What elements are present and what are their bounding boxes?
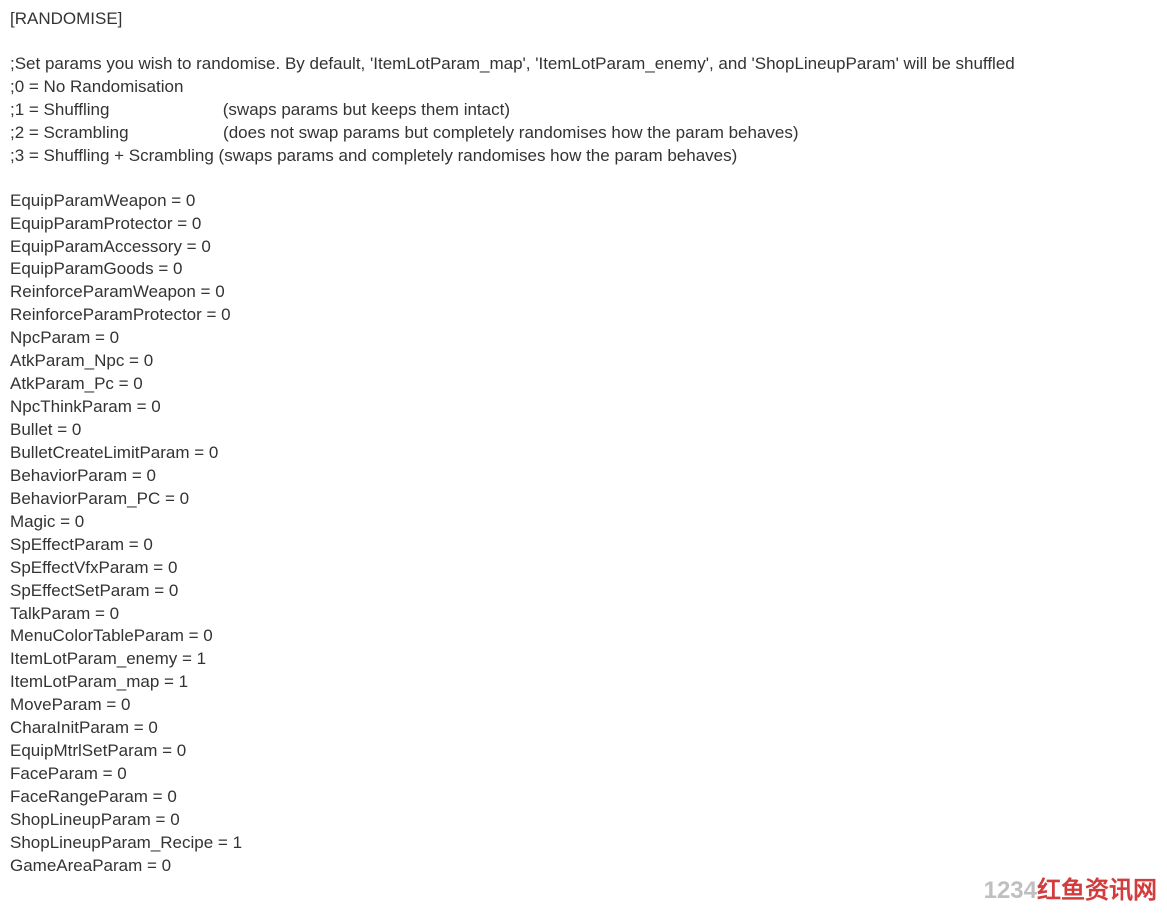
param-line: BulletCreateLimitParam = 0 <box>10 442 1157 465</box>
param-line: Bullet = 0 <box>10 419 1157 442</box>
comment-mode-3: ;3 = Shuffling + Scrambling (swaps param… <box>10 145 1157 168</box>
param-line: SpEffectVfxParam = 0 <box>10 557 1157 580</box>
param-line: SpEffectParam = 0 <box>10 534 1157 557</box>
blank-line <box>10 168 1157 190</box>
param-line: ReinforceParamWeapon = 0 <box>10 281 1157 304</box>
param-line: FaceParam = 0 <box>10 763 1157 786</box>
param-line: MoveParam = 0 <box>10 694 1157 717</box>
param-line: EquipParamWeapon = 0 <box>10 190 1157 213</box>
comment-intro: ;Set params you wish to randomise. By de… <box>10 53 1157 76</box>
param-line: Magic = 0 <box>10 511 1157 534</box>
config-text-block: [RANDOMISE] ;Set params you wish to rand… <box>10 8 1157 878</box>
watermark-grey: 1234 <box>984 877 1037 904</box>
param-line: ShopLineupParam_Recipe = 1 <box>10 832 1157 855</box>
param-line: FaceRangeParam = 0 <box>10 786 1157 809</box>
param-line: EquipParamProtector = 0 <box>10 213 1157 236</box>
param-line: ItemLotParam_enemy = 1 <box>10 648 1157 671</box>
comment-mode-1: ;1 = Shuffling (swaps params but keeps t… <box>10 99 1157 122</box>
comment-mode-0: ;0 = No Randomisation <box>10 76 1157 99</box>
param-line: ShopLineupParam = 0 <box>10 809 1157 832</box>
param-line: SpEffectSetParam = 0 <box>10 580 1157 603</box>
watermark: 1234红鱼资讯网 <box>984 875 1157 907</box>
param-line: TalkParam = 0 <box>10 603 1157 626</box>
param-line: BehaviorParam = 0 <box>10 465 1157 488</box>
param-list: EquipParamWeapon = 0EquipParamProtector … <box>10 190 1157 878</box>
param-line: EquipParamGoods = 0 <box>10 258 1157 281</box>
param-line: MenuColorTableParam = 0 <box>10 625 1157 648</box>
param-line: EquipMtrlSetParam = 0 <box>10 740 1157 763</box>
param-line: EquipParamAccessory = 0 <box>10 236 1157 259</box>
param-line: ReinforceParamProtector = 0 <box>10 304 1157 327</box>
section-header: [RANDOMISE] <box>10 8 1157 31</box>
param-line: BehaviorParam_PC = 0 <box>10 488 1157 511</box>
param-line: NpcThinkParam = 0 <box>10 396 1157 419</box>
comment-mode-2: ;2 = Scrambling (does not swap params bu… <box>10 122 1157 145</box>
param-line: AtkParam_Pc = 0 <box>10 373 1157 396</box>
blank-line <box>10 31 1157 53</box>
param-line: NpcParam = 0 <box>10 327 1157 350</box>
param-line: AtkParam_Npc = 0 <box>10 350 1157 373</box>
watermark-red: 红鱼资讯网 <box>1037 877 1157 904</box>
param-line: ItemLotParam_map = 1 <box>10 671 1157 694</box>
param-line: CharaInitParam = 0 <box>10 717 1157 740</box>
